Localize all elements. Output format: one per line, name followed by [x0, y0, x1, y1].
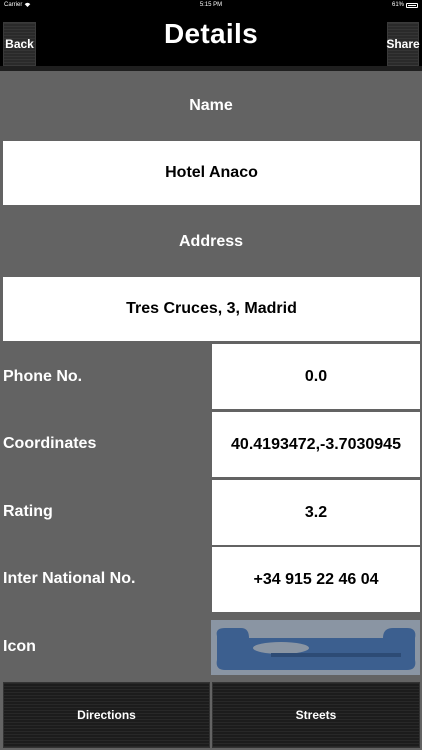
rating-value: 3.2 — [304, 503, 328, 521]
phone-label: Phone No. — [3, 368, 83, 385]
icon-label: Icon — [3, 638, 36, 655]
international-number-label: Inter National No. — [3, 570, 136, 587]
directions-button[interactable]: Directions — [3, 682, 210, 748]
address-value: Tres Cruces, 3, Madrid — [126, 300, 297, 317]
coordinates-label: Coordinates — [3, 435, 97, 452]
coordinates-value-box: 40.4193472,-3.7030945 — [212, 412, 420, 477]
status-bar: Carrier 5:15 PM 61% — [0, 0, 422, 12]
address-label: Address — [178, 233, 244, 250]
name-label: Name — [189, 97, 233, 114]
phone-value-box: 0.0 — [212, 344, 420, 409]
battery-icon — [406, 2, 418, 8]
battery-status: 61% — [392, 2, 418, 8]
hotel-icon-graphic — [211, 620, 420, 675]
coordinates-value: 40.4193472,-3.7030945 — [231, 435, 401, 453]
rating-value-box: 3.2 — [212, 480, 420, 545]
page-title: Details — [164, 18, 258, 49]
streets-button[interactable]: Streets — [212, 682, 420, 748]
international-number-value: +34 915 22 46 04 — [253, 570, 379, 588]
header-divider — [0, 66, 422, 71]
share-button[interactable]: Share — [386, 22, 420, 66]
international-number-value-box: +34 915 22 46 04 — [212, 547, 420, 612]
phone-value: 0.0 — [304, 367, 328, 385]
navigation-bar: Back Details Share — [0, 12, 422, 66]
hotel-icon-image — [211, 620, 420, 675]
rating-label: Rating — [3, 503, 53, 520]
name-value: Hotel Anaco — [165, 164, 258, 181]
battery-percent: 61% — [391, 2, 404, 8]
address-value-box: Tres Cruces, 3, Madrid — [3, 277, 420, 341]
name-value-box: Hotel Anaco — [3, 141, 420, 205]
status-time: 5:15 PM — [199, 2, 223, 8]
